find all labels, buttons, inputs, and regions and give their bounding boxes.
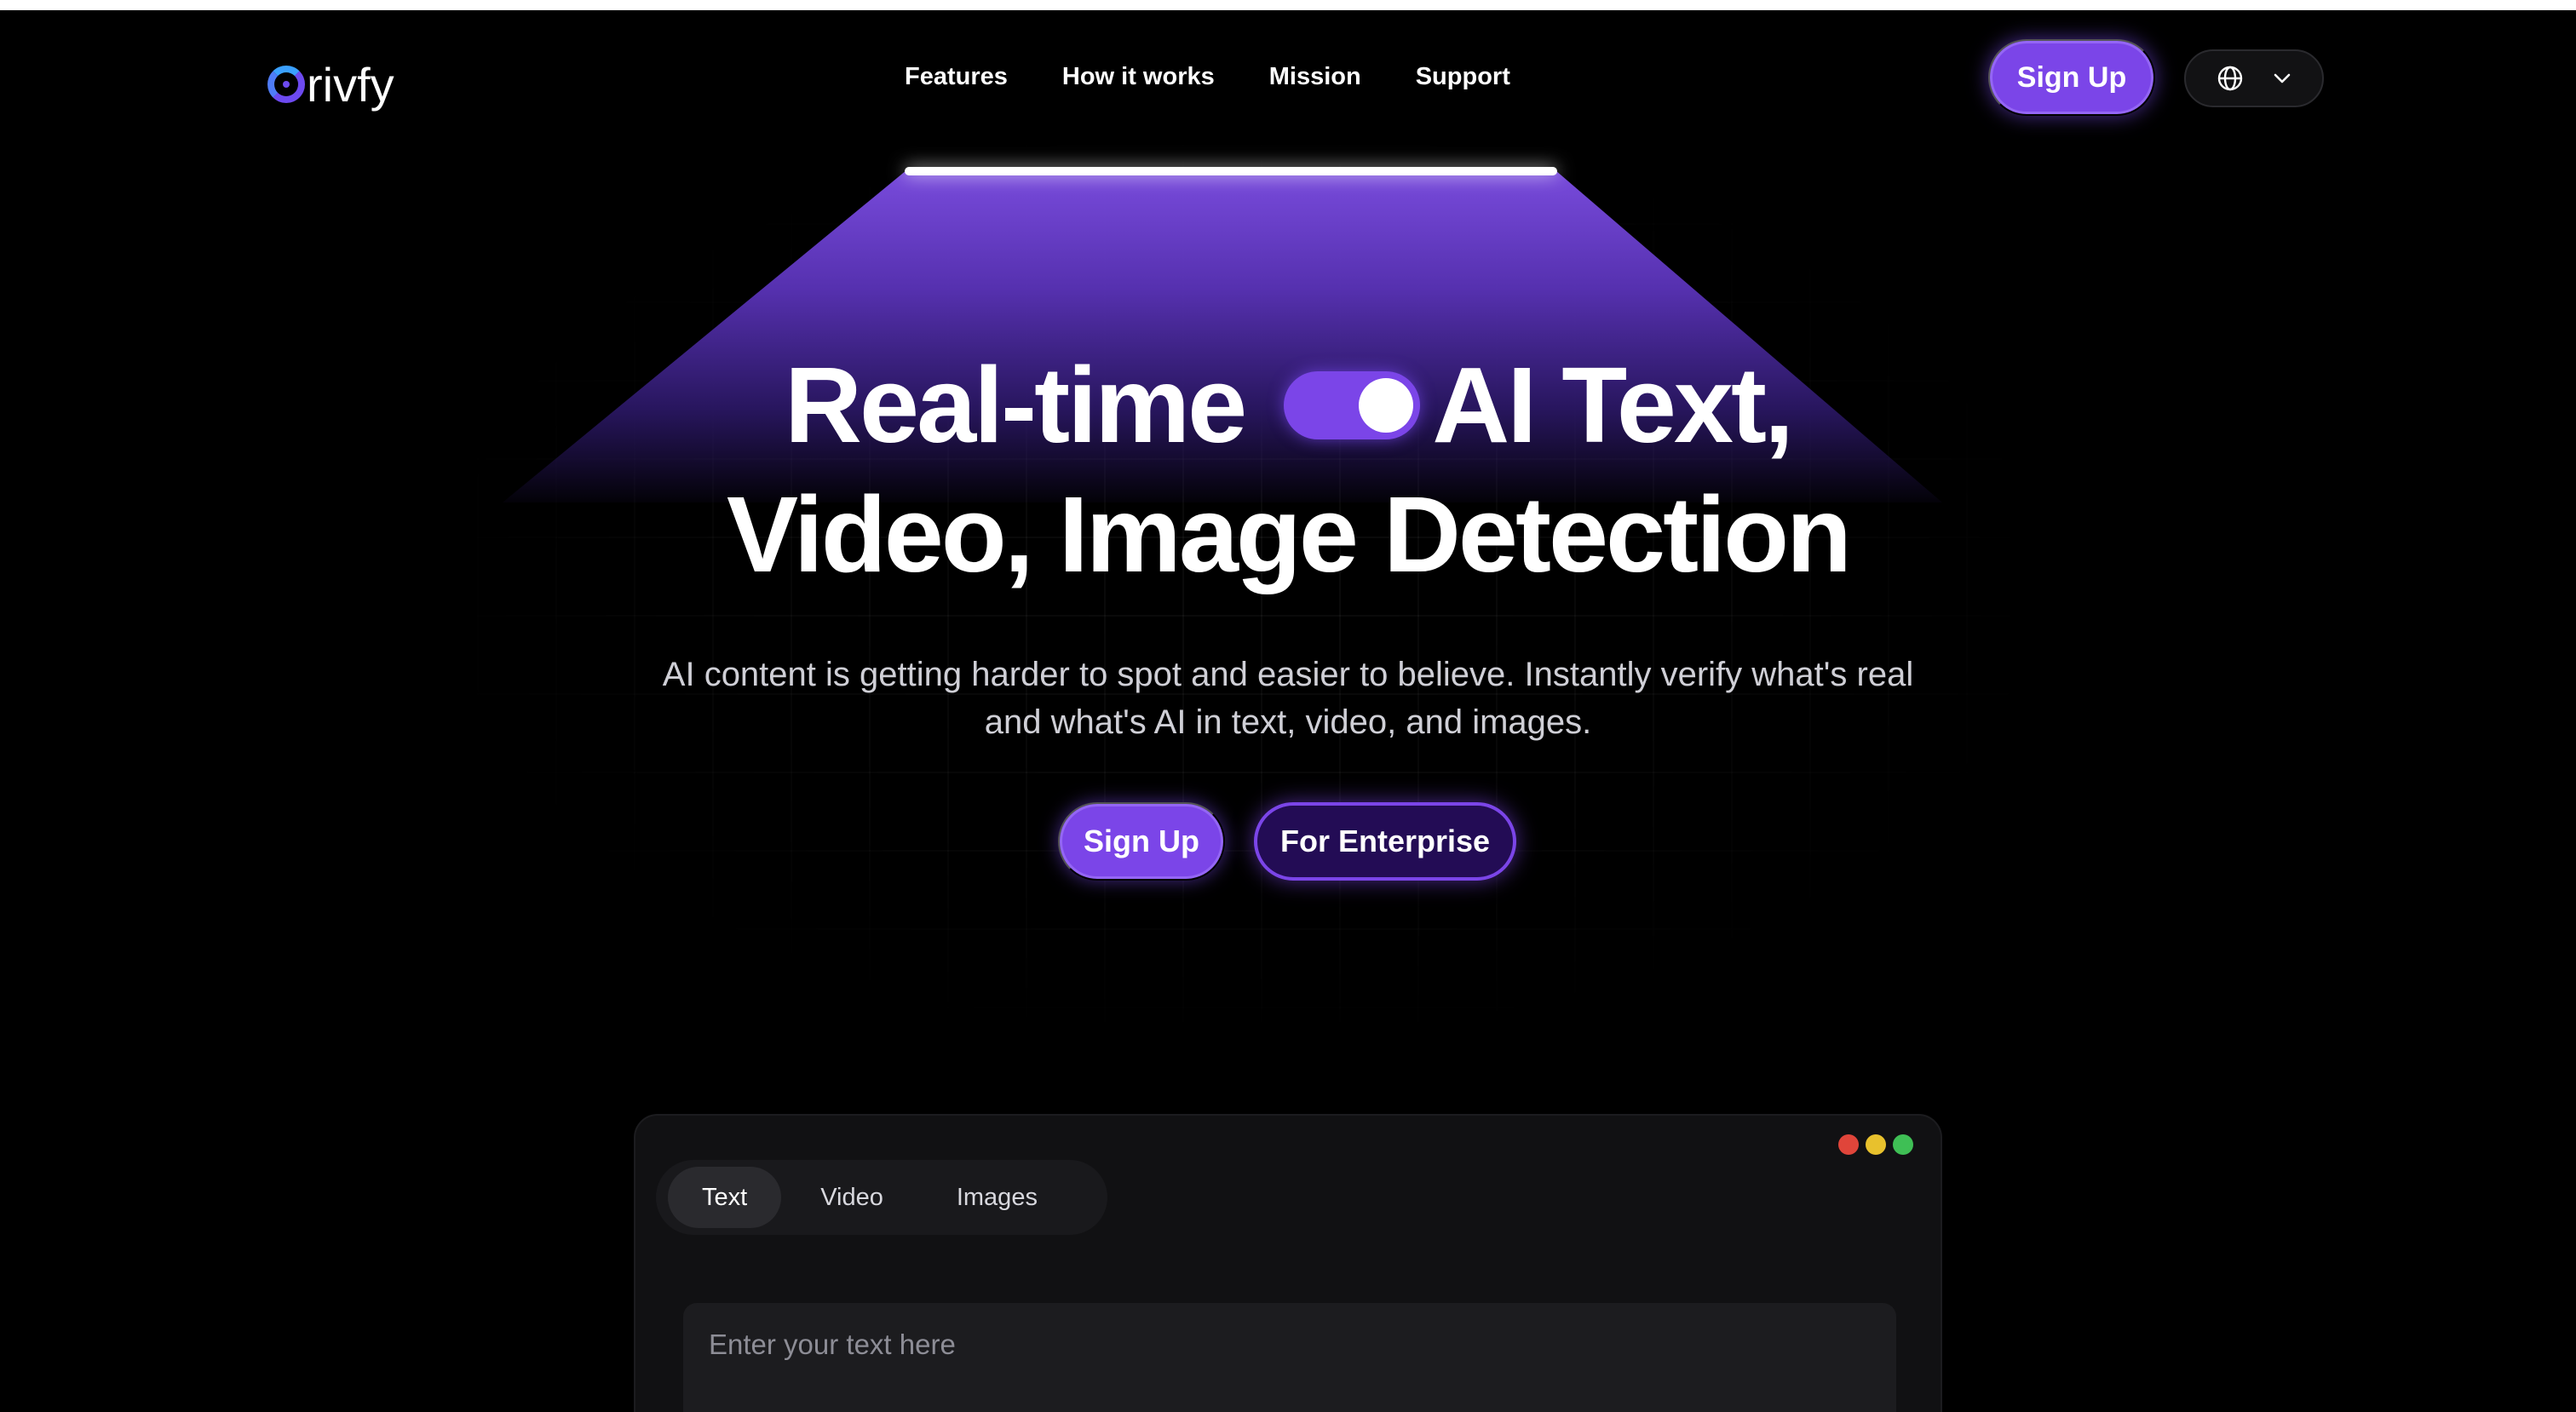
enterprise-button[interactable]: For Enterprise [1254,802,1516,881]
language-selector[interactable] [2184,49,2324,107]
toggle-switch-icon [1284,371,1421,439]
tab-text[interactable]: Text [668,1167,782,1228]
top-border [0,0,2576,10]
nav-link-mission[interactable]: Mission [1269,63,1361,91]
logo-ring-icon [267,66,305,103]
hero-title-part-2: AI Text, [1432,345,1794,465]
window-dot-yellow [1866,1134,1886,1155]
nav-links: Features How it works Mission Support [905,63,1510,91]
page: rivfy Features How it works Mission Supp… [0,0,2576,1412]
demo-panel: Text Video Images [634,1114,1942,1412]
tab-images[interactable]: Images [923,1167,1072,1228]
nav-link-how-it-works[interactable]: How it works [1062,63,1215,91]
hero-title-line-2: Video, Image Detection [0,470,2576,600]
beam-source-bar [905,167,1557,175]
hero-subtitle: AI content is getting harder to spot and… [662,656,1914,741]
navbar: rivfy Features How it works Mission Supp… [0,10,2576,146]
nav-link-support[interactable]: Support [1416,63,1510,91]
hero-title-part-1: Real-time [785,345,1247,465]
nav-signup-button[interactable]: Sign Up [1988,39,2155,116]
hero-title: Real-time AI Text, Video, Image Detectio… [0,341,2576,600]
chevron-down-icon [2273,72,2291,84]
hero-title-line-1: Real-time AI Text, [0,341,2576,470]
content-type-tabs: Text Video Images [656,1160,1107,1235]
hero-title-line-2-text: Video, Image Detection [726,474,1852,594]
window-dot-red [1838,1134,1859,1155]
globe-icon [2217,65,2244,92]
toggle-knob [1359,378,1414,433]
text-input[interactable] [683,1303,1896,1412]
logo-text: rivfy [307,57,394,112]
nav-link-features[interactable]: Features [905,63,1008,91]
window-dot-green [1893,1134,1913,1155]
tab-video[interactable]: Video [786,1167,917,1228]
window-controls [1838,1134,1913,1155]
hero-signup-button[interactable]: Sign Up [1058,802,1225,881]
logo[interactable]: rivfy [267,53,394,116]
